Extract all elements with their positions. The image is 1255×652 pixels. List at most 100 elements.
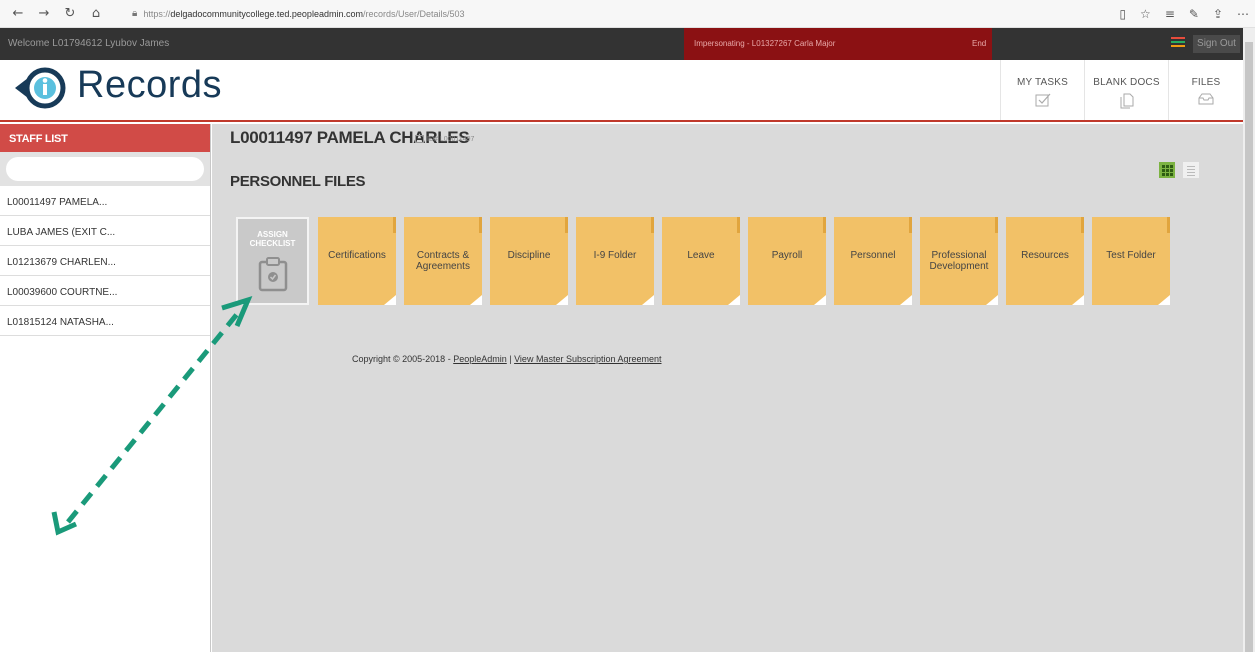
tasks-check-icon <box>1035 93 1050 107</box>
folder-label: Resources <box>1021 250 1069 261</box>
staff-list-sidebar: STAFF LIST L00011497 PAMELA... LUBA JAME… <box>0 124 211 652</box>
staff-list-item[interactable]: L00011497 PAMELA... <box>0 186 210 216</box>
records-logo-icon[interactable] <box>14 67 70 109</box>
app-header: Records MY TASKS BLANK DOCS FILES <box>0 60 1255 122</box>
folder-tab <box>1081 217 1084 233</box>
url-domain: delgadocommunitycollege.ted.peopleadmin.… <box>170 8 363 19</box>
folder-tab <box>393 217 396 233</box>
staff-search-wrap <box>0 152 210 186</box>
clipboard-icon <box>258 257 288 292</box>
share-icon[interactable]: ⇪ <box>1213 7 1223 21</box>
folder-tab <box>909 217 912 233</box>
staff-list-item[interactable]: L00039600 COURTNE... <box>0 276 210 306</box>
favorites-list-icon[interactable]: ≡ <box>1165 7 1175 21</box>
folder-corner <box>1072 295 1084 305</box>
folder-contracts-agreements[interactable]: Contracts & Agreements <box>404 217 482 305</box>
folder-test-folder[interactable]: Test Folder <box>1092 217 1170 305</box>
assign-label-line1: ASSIGN <box>257 230 288 239</box>
nav-blank-docs-label: BLANK DOCS <box>1093 77 1160 88</box>
folder-label: Professional Development <box>929 250 989 272</box>
impersonating-text: Impersonating - L01327267 Carla Major <box>694 39 836 48</box>
impersonation-banner: Impersonating - L01327267 Carla Major En… <box>684 28 992 60</box>
url-path: /records/User/Details/503 <box>362 8 465 19</box>
folder-tab <box>565 217 568 233</box>
app-topbar: Welcome L01794612 Lyubov James <box>0 28 1255 60</box>
nav-files[interactable]: FILES <box>1168 60 1243 120</box>
folder-corner <box>470 295 482 305</box>
folder-label: Test Folder <box>1106 250 1156 261</box>
folder-payroll[interactable]: Payroll <box>748 217 826 305</box>
folder-corner <box>1158 295 1170 305</box>
staff-list-item[interactable]: L01213679 CHARLEN... <box>0 246 210 276</box>
staff-search-input[interactable] <box>6 157 204 181</box>
folder-corner <box>384 295 396 305</box>
staff-list-title: STAFF LIST <box>0 124 210 152</box>
copyright-text: Copyright © 2005-2018 - <box>352 354 454 364</box>
folder-label: Payroll <box>771 250 803 261</box>
folder-label: Contracts & Agreements <box>416 250 470 272</box>
assign-label-line2: CHECKLIST <box>249 239 296 248</box>
assign-checklist-button[interactable]: ASSIGN CHECKLIST <box>236 217 309 305</box>
section-title: PERSONNEL FILES <box>230 173 366 190</box>
blank-docs-icon <box>1120 93 1133 109</box>
folder-tab <box>651 217 654 233</box>
favorite-star-icon[interactable]: ☆ <box>1140 7 1151 21</box>
records-logo-text: Records <box>77 64 222 106</box>
lock-icon: 🔒︎ <box>132 8 138 19</box>
nav-files-label: FILES <box>1191 77 1221 88</box>
home-icon[interactable]: ⌂ <box>86 4 106 24</box>
more-icon[interactable]: ⋯ <box>1237 7 1249 21</box>
folder-corner <box>986 295 998 305</box>
folder-tab <box>823 217 826 233</box>
folder-corner <box>642 295 654 305</box>
back-icon[interactable]: ← <box>8 4 28 24</box>
nav-blank-docs[interactable]: BLANK DOCS <box>1084 60 1168 120</box>
sign-out-button[interactable]: Sign Out <box>1193 35 1240 53</box>
folder-corner <box>900 295 912 305</box>
refresh-icon[interactable]: ↻ <box>60 4 80 24</box>
staff-list-item[interactable]: LUBA JAMES (EXIT C... <box>0 216 210 246</box>
employee-id: ID# L00011497 <box>427 136 475 143</box>
nav-my-tasks[interactable]: MY TASKS <box>1000 60 1084 120</box>
folder-corner <box>728 295 740 305</box>
folder-personnel[interactable]: Personnel <box>834 217 912 305</box>
folder-label: Certifications <box>328 250 386 261</box>
folder-i9[interactable]: I-9 Folder <box>576 217 654 305</box>
peopleadmin-link[interactable]: PeopleAdmin <box>453 354 507 364</box>
folder-leave[interactable]: Leave <box>662 217 740 305</box>
folder-corner <box>814 295 826 305</box>
assign-checklist-label: ASSIGN CHECKLIST <box>238 230 307 248</box>
pen-icon[interactable]: ✎ <box>1189 7 1199 21</box>
staff-list-item[interactable]: L01815124 NATASHA... <box>0 306 210 336</box>
folder-professional-development[interactable]: Professional Development <box>920 217 998 305</box>
menu-icon[interactable] <box>1171 37 1185 49</box>
folder-label: Leave <box>687 250 715 261</box>
folder-tab <box>479 217 482 233</box>
copyright-footer: Copyright © 2005-2018 - PeopleAdmin | Vi… <box>352 354 662 364</box>
reading-view-icon[interactable]: ▯ <box>1119 7 1126 21</box>
grid-view-icon[interactable] <box>1159 162 1175 178</box>
folder-resources[interactable]: Resources <box>1006 217 1084 305</box>
end-impersonation-link[interactable]: End <box>972 39 986 48</box>
folder-corner <box>556 295 568 305</box>
folder-tab <box>737 217 740 233</box>
folder-discipline[interactable]: Discipline <box>490 217 568 305</box>
url-prefix: https:// <box>143 8 171 19</box>
files-inbox-icon <box>1198 93 1214 105</box>
subscription-agreement-link[interactable]: View Master Subscription Agreement <box>514 354 661 364</box>
folder-label: I-9 Folder <box>593 250 637 261</box>
forward-icon[interactable]: → <box>34 4 54 24</box>
list-view-icon[interactable] <box>1183 162 1199 178</box>
nav-my-tasks-label: MY TASKS <box>1016 77 1069 88</box>
address-bar[interactable]: 🔒︎ https://delgadocommunitycollege.ted.p… <box>132 8 465 19</box>
browser-toolbar: ← → ↻ ⌂ 🔒︎ https://delgadocommunitycolle… <box>0 0 1255 28</box>
folder-tab <box>1167 217 1170 233</box>
folder-label: Discipline <box>507 250 551 261</box>
id-card-icon <box>415 135 424 143</box>
page-scrollbar-thumb[interactable] <box>1245 42 1253 652</box>
main-content <box>212 124 1243 652</box>
welcome-text: Welcome L01794612 Lyubov James <box>8 38 170 49</box>
folder-certifications[interactable]: Certifications <box>318 217 396 305</box>
folder-label: Personnel <box>850 250 896 261</box>
copyright-separator: | <box>506 354 515 364</box>
